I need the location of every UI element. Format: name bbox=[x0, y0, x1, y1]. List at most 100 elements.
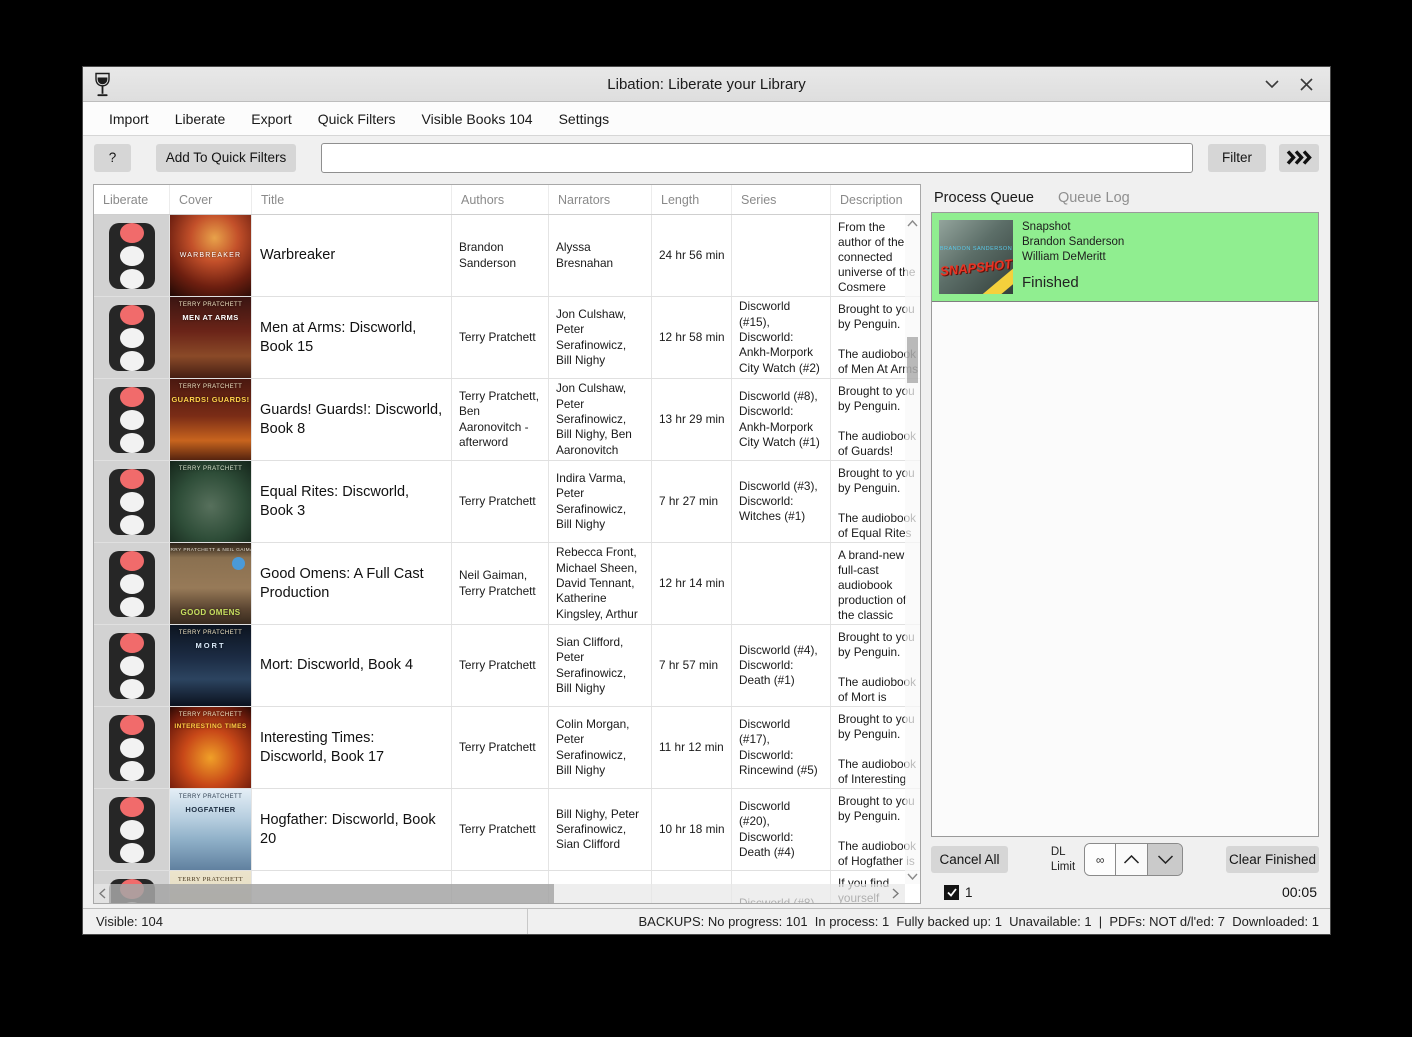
queue-item-meta: Snapshot Brandon Sanderson William DeMer… bbox=[1022, 220, 1311, 294]
add-to-quick-filters-button[interactable]: Add To Quick Filters bbox=[156, 144, 296, 172]
title-cell: Interesting Times: Discworld, Book 17 bbox=[252, 707, 452, 788]
filter-button[interactable]: Filter bbox=[1208, 144, 1266, 172]
tab-process-queue[interactable]: Process Queue bbox=[934, 190, 1034, 206]
liberate-traffic-light-icon[interactable] bbox=[109, 633, 155, 699]
table-row[interactable]: TERRY PRATCHETTMORT Mort: Discworld, Boo… bbox=[94, 625, 920, 707]
length-cell: 12 hr 58 min bbox=[652, 297, 732, 378]
scroll-right-icon[interactable] bbox=[892, 884, 899, 903]
dl-limit-spinner: ∞ bbox=[1084, 843, 1183, 876]
liberate-cell[interactable] bbox=[94, 543, 170, 624]
liberate-traffic-light-icon[interactable] bbox=[109, 469, 155, 535]
table-row[interactable]: TERRY PRATCHETT Equal Rites: Discworld, … bbox=[94, 461, 920, 543]
horizontal-scrollbar[interactable] bbox=[94, 884, 905, 903]
close-icon[interactable] bbox=[1296, 74, 1316, 94]
title-cell: Mort: Discworld, Book 4 bbox=[252, 625, 452, 706]
series-cell: Discworld (#8), Discworld: Ankh-Morpork … bbox=[732, 379, 831, 460]
menu-visible-books[interactable]: Visible Books 104 bbox=[409, 102, 546, 135]
menu-export[interactable]: Export bbox=[238, 102, 304, 135]
book-cover-art: TERRY PRATCHETTGUARDS! GUARDS! bbox=[170, 379, 251, 460]
narrators-cell: Alyssa Bresnahan bbox=[549, 215, 652, 296]
queue-count: 1 bbox=[965, 885, 973, 900]
table-body: WARBREAKER Warbreaker Brandon Sanderson … bbox=[94, 215, 920, 904]
liberate-cell[interactable] bbox=[94, 461, 170, 542]
title-cell: Men at Arms: Discworld, Book 15 bbox=[252, 297, 452, 378]
series-cell bbox=[732, 543, 831, 624]
visible-count: Visible: 104 bbox=[83, 909, 528, 934]
scroll-left-icon[interactable] bbox=[99, 884, 106, 903]
liberate-cell[interactable] bbox=[94, 789, 170, 870]
menu-liberate[interactable]: Liberate bbox=[162, 102, 239, 135]
length-cell: 11 hr 12 min bbox=[652, 707, 732, 788]
search-input[interactable] bbox=[321, 143, 1193, 173]
narrators-cell: Jon Culshaw, Peter Serafinowicz, Bill Ni… bbox=[549, 297, 652, 378]
liberate-cell[interactable] bbox=[94, 215, 170, 296]
window-title: Libation: Liberate your Library bbox=[83, 76, 1330, 93]
horizontal-scrollbar-thumb[interactable] bbox=[111, 884, 554, 903]
col-header-title[interactable]: Title bbox=[252, 185, 452, 214]
minimize-chevron-icon[interactable] bbox=[1262, 74, 1282, 94]
liberate-cell[interactable] bbox=[94, 297, 170, 378]
queue-footer: 1 00:05 bbox=[931, 880, 1319, 904]
cover-cell: TERRY PRATCHETTMORT bbox=[170, 625, 252, 706]
series-cell: Discworld (#3), Discworld: Witches (#1) bbox=[732, 461, 831, 542]
cover-cell: TERRY PRATCHETTINTERESTING TIMES bbox=[170, 707, 252, 788]
series-cell: Discworld (#15), Discworld: Ankh-Morpork… bbox=[732, 297, 831, 378]
queue-tabs: Process Queue Queue Log bbox=[931, 184, 1319, 211]
table-row[interactable]: TERRY PRATCHETT & NEIL GAIMANGOOD OMENS … bbox=[94, 543, 920, 625]
cover-cell: TERRY PRATCHETT bbox=[170, 461, 252, 542]
clear-finished-button[interactable]: Clear Finished bbox=[1226, 846, 1319, 873]
cover-cell: WARBREAKER bbox=[170, 215, 252, 296]
liberate-traffic-light-icon[interactable] bbox=[109, 715, 155, 781]
table-row[interactable]: TERRY PRATCHETTMEN AT ARMS Men at Arms: … bbox=[94, 297, 920, 379]
expand-chevrons-icon[interactable] bbox=[1279, 144, 1319, 172]
authors-cell: Terry Pratchett bbox=[452, 707, 549, 788]
dl-limit-increase-icon[interactable] bbox=[1115, 844, 1147, 875]
queue-item-finished[interactable]: BRANDON SANDERSONSNAPSHOT Snapshot Brand… bbox=[932, 213, 1318, 302]
liberate-cell[interactable] bbox=[94, 707, 170, 788]
queue-count-checkbox[interactable] bbox=[944, 885, 959, 900]
menu-settings[interactable]: Settings bbox=[546, 102, 623, 135]
table-row[interactable]: TERRY PRATCHETTINTERESTING TIMES Interes… bbox=[94, 707, 920, 789]
col-header-authors[interactable]: Authors bbox=[452, 185, 549, 214]
liberate-traffic-light-icon[interactable] bbox=[109, 305, 155, 371]
cancel-all-button[interactable]: Cancel All bbox=[931, 846, 1008, 873]
help-button[interactable]: ? bbox=[94, 144, 131, 172]
table-row[interactable]: WARBREAKER Warbreaker Brandon Sanderson … bbox=[94, 215, 920, 297]
title-cell: Good Omens: A Full Cast Production bbox=[252, 543, 452, 624]
liberate-traffic-light-icon[interactable] bbox=[109, 551, 155, 617]
col-header-cover[interactable]: Cover bbox=[170, 185, 252, 214]
queue-cover-art: BRANDON SANDERSONSNAPSHOT bbox=[939, 220, 1013, 294]
series-cell: Discworld (#20), Discworld: Death (#4) bbox=[732, 789, 831, 870]
dl-limit-decrease-icon[interactable] bbox=[1147, 844, 1182, 875]
title-cell: Guards! Guards!: Discworld, Book 8 bbox=[252, 379, 452, 460]
col-header-description[interactable]: Description bbox=[831, 185, 920, 214]
scroll-down-icon[interactable] bbox=[905, 873, 920, 880]
backup-stats: BACKUPS: No progress: 101 In process: 1 … bbox=[528, 914, 1330, 929]
tab-queue-log[interactable]: Queue Log bbox=[1058, 190, 1130, 206]
col-header-series[interactable]: Series bbox=[732, 185, 831, 214]
liberate-traffic-light-icon[interactable] bbox=[109, 223, 155, 289]
liberate-cell[interactable] bbox=[94, 625, 170, 706]
dl-limit-value[interactable]: ∞ bbox=[1085, 844, 1115, 875]
col-header-narrators[interactable]: Narrators bbox=[549, 185, 652, 214]
vertical-scrollbar-thumb[interactable] bbox=[907, 337, 918, 383]
main-content: Liberate Cover Title Authors Narrators L… bbox=[83, 179, 1330, 908]
menu-import[interactable]: Import bbox=[96, 102, 162, 135]
queue-controls: Cancel All DL Limit ∞ Clear Finished bbox=[931, 843, 1319, 876]
book-cover-art: TERRY PRATCHETTMEN AT ARMS bbox=[170, 297, 251, 378]
table-row[interactable]: TERRY PRATCHETTHOGFATHER Hogfather: Disc… bbox=[94, 789, 920, 871]
queue-item-title: Snapshot bbox=[1022, 220, 1311, 235]
table-row[interactable]: TERRY PRATCHETTGUARDS! GUARDS! Guards! G… bbox=[94, 379, 920, 461]
liberate-traffic-light-icon[interactable] bbox=[109, 387, 155, 453]
col-header-length[interactable]: Length bbox=[652, 185, 732, 214]
liberate-cell[interactable] bbox=[94, 379, 170, 460]
series-cell: Discworld (#4), Discworld: Death (#1) bbox=[732, 625, 831, 706]
col-header-liberate[interactable]: Liberate bbox=[94, 185, 170, 214]
menu-quick-filters[interactable]: Quick Filters bbox=[305, 102, 409, 135]
queue-item-narrator: William DeMeritt bbox=[1022, 250, 1311, 265]
series-cell: Discworld (#17), Discworld: Rincewind (#… bbox=[732, 707, 831, 788]
vertical-scrollbar[interactable] bbox=[905, 215, 920, 884]
scroll-up-icon[interactable] bbox=[905, 220, 920, 227]
liberate-traffic-light-icon[interactable] bbox=[109, 797, 155, 863]
filter-toolbar: ? Add To Quick Filters Filter bbox=[83, 136, 1330, 179]
